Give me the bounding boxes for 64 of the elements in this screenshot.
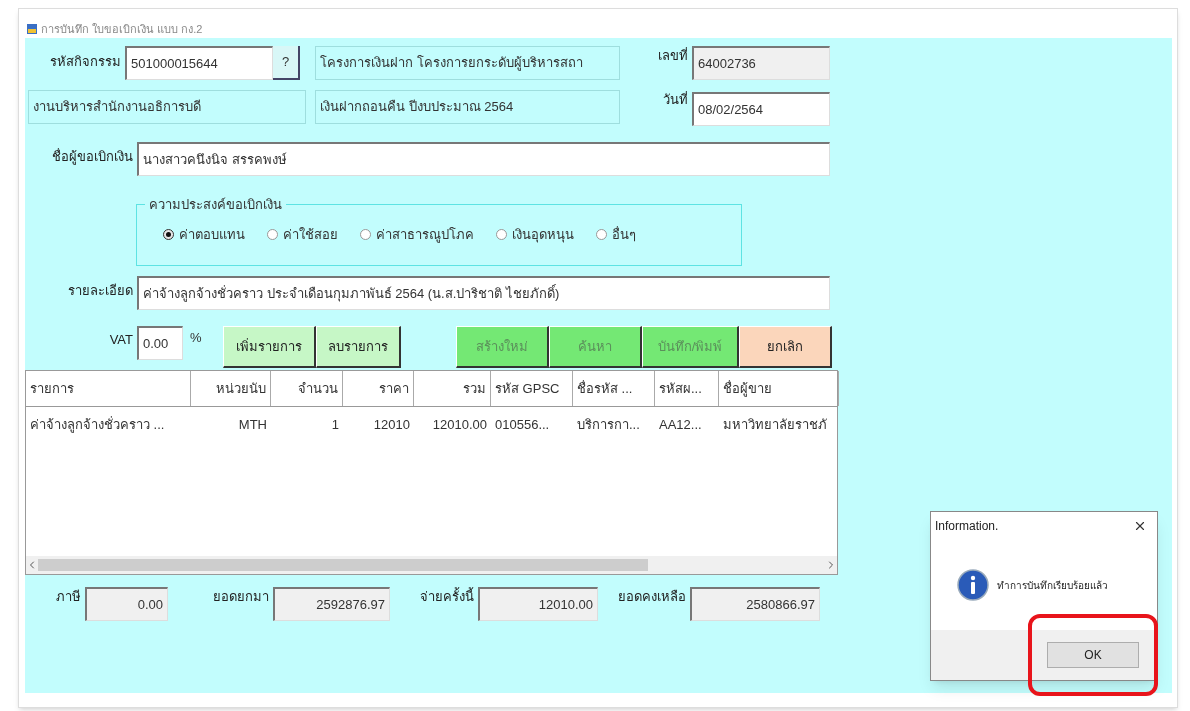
table-cell-text: 1 (330, 416, 340, 435)
radio-label[interactable]: เงินอุดหนุน (512, 225, 574, 245)
field-label: ยอดคงเหลือ (618, 588, 686, 606)
table-cell-text: 12010 (372, 416, 411, 435)
field-label: VAT (109, 331, 133, 349)
detail-field[interactable]: ค่าจ้างลูกจ้างชั่วคราว ประจำเดือนกุมภาพันธ์ 2564 (น.ส.ปาริชาติ ไชยภักดิ์) (137, 276, 830, 310)
total-field[interactable]: 2592876.97 (273, 587, 390, 621)
ok-button[interactable]: OK (1047, 642, 1139, 668)
requester-field[interactable]: นางสาวคนึงนิจ สรรคพงษ์ (137, 142, 830, 176)
close-icon[interactable] (1133, 519, 1147, 533)
total-field[interactable]: 0.00 (85, 587, 168, 621)
column-header[interactable]: ราคา (343, 371, 414, 406)
text-field[interactable]: งานบริหารสำนักงานอธิการบดี (28, 90, 306, 124)
table-cell-text: MTH (237, 416, 268, 435)
column-header[interactable]: รวม (414, 371, 491, 406)
radio-button[interactable] (596, 229, 607, 241)
table-cell-text: ค่าจ้างลูกจ้างชั่วคราว ... (29, 415, 166, 435)
radio-label[interactable]: ค่าสาธารณูปโภค (376, 225, 474, 245)
total-field[interactable]: 2580866.97 (690, 587, 820, 621)
info-icon (957, 569, 989, 601)
field-label: วันที่ (663, 90, 688, 109)
column-header[interactable]: จำนวน (271, 371, 343, 406)
field-label: เลขที่ (658, 46, 688, 65)
app-icon (27, 24, 37, 34)
table-cell-text: AA12... (658, 416, 703, 435)
field-label: รายละเอียด (68, 282, 133, 300)
field-label: จ่ายครั้งนี้ (420, 587, 474, 606)
lookup-button[interactable]: ? (273, 46, 300, 80)
field-label: ยอดยกมา (213, 588, 269, 606)
toolbar-button[interactable]: เพิ่มรายการ (223, 326, 316, 368)
column-header[interactable]: ชื่อผู้ขาย (719, 371, 839, 406)
vat-field[interactable]: 0.00 (137, 326, 183, 360)
column-header[interactable]: รายการ (26, 371, 191, 406)
table-cell-text: มหาวิทยาลัยราชภั (722, 416, 828, 435)
field-label: รหัสกิจกรรม (50, 53, 121, 71)
column-header[interactable]: ชื่อรหัส ... (573, 371, 655, 406)
table-cell-text: บริการกา... (576, 416, 641, 435)
column-header[interactable]: หน่วยนับ (191, 371, 271, 406)
radio-button[interactable] (360, 229, 371, 241)
field-label: ภาษี (56, 588, 81, 606)
radio-button[interactable] (163, 229, 174, 241)
column-header[interactable]: รหัสผ... (655, 371, 719, 406)
toolbar-button[interactable]: ยกเลิก (739, 326, 832, 368)
radio-label[interactable]: ค่าตอบแทน (179, 225, 245, 245)
window-title: การบันทึก ใบขอเบิกเงิน แบบ กง.2 (41, 21, 203, 37)
toolbar-button[interactable]: ลบรายการ (316, 326, 401, 368)
percent-sign: % (189, 329, 203, 347)
text-field[interactable]: 64002736 (692, 46, 830, 80)
radio-button[interactable] (496, 229, 507, 241)
column-header[interactable]: รหัส GPSC (491, 371, 573, 406)
radio-label[interactable]: อื่นๆ (612, 225, 636, 245)
text-field[interactable]: 08/02/2564 (692, 92, 830, 126)
table-cell-text: 010556... (494, 416, 551, 435)
radio-button[interactable] (267, 229, 278, 241)
table-cell-text: 12010.00 (431, 416, 488, 435)
text-field[interactable]: เงินฝากถอนคืน ปีงบประมาณ 2564 (315, 90, 620, 124)
dialog-title: Information. (935, 518, 999, 535)
total-field[interactable]: 12010.00 (478, 587, 598, 621)
radio-label[interactable]: ค่าใช้สอย (283, 225, 338, 245)
field-label: ชื่อผู้ขอเบิกเงิน (52, 147, 133, 167)
dialog-message: ทำการบันทึกเรียบร้อยแล้ว (997, 578, 1108, 593)
text-field[interactable]: โครงการเงินฝาก โครงการยกระดับผู้บริหารสถา (315, 46, 620, 80)
horizontal-scrollbar[interactable] (26, 556, 837, 574)
activity-code-field[interactable]: 501000015644 (125, 46, 273, 80)
